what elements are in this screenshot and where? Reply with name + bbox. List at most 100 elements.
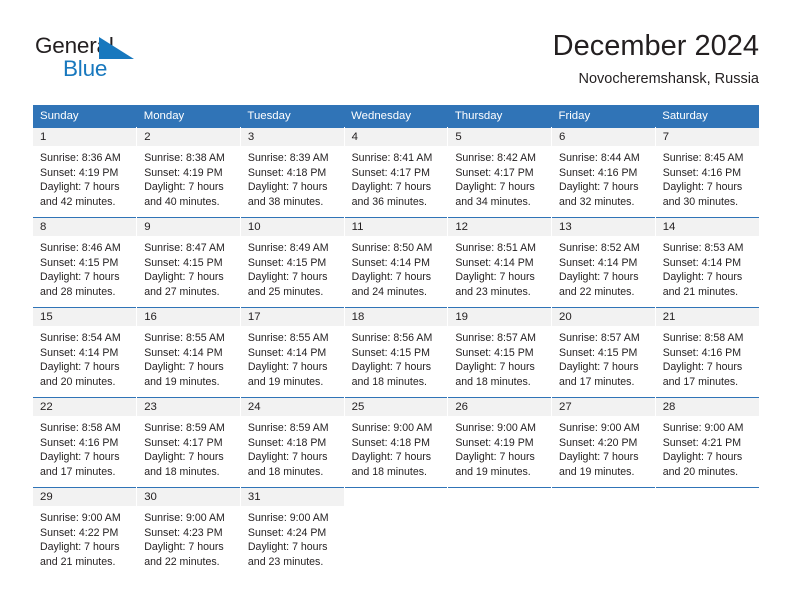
day-cell-empty xyxy=(655,487,759,578)
sunrise-text: Sunrise: 8:58 AM xyxy=(40,422,121,434)
sunrise-text: Sunrise: 8:42 AM xyxy=(455,152,536,164)
day-cell[interactable]: 26 Sunrise: 9:00 AM Sunset: 4:19 PM Dayl… xyxy=(447,397,553,488)
day-cell[interactable]: 28 Sunrise: 9:00 AM Sunset: 4:21 PM Dayl… xyxy=(655,397,759,488)
day-cell[interactable]: 23 Sunrise: 8:59 AM Sunset: 4:17 PM Dayl… xyxy=(136,397,241,488)
day-cell[interactable]: 6 Sunrise: 8:44 AM Sunset: 4:16 PM Dayli… xyxy=(551,127,656,218)
day-details: Sunrise: 8:55 AM Sunset: 4:14 PM Dayligh… xyxy=(240,326,344,390)
day-details: Sunrise: 8:57 AM Sunset: 4:15 PM Dayligh… xyxy=(448,326,552,390)
sunrise-text: Sunrise: 9:00 AM xyxy=(662,422,744,434)
sunset-text: Sunset: 4:14 PM xyxy=(559,256,638,269)
sunset-text: Sunset: 4:14 PM xyxy=(144,346,223,359)
day-cell[interactable]: 17 Sunrise: 8:55 AM Sunset: 4:14 PM Dayl… xyxy=(240,307,345,398)
sunset-text: Sunset: 4:14 PM xyxy=(40,346,119,359)
day-cell[interactable]: 3 Sunrise: 8:39 AM Sunset: 4:18 PM Dayli… xyxy=(240,127,345,218)
sunrise-text: Sunrise: 9:00 AM xyxy=(455,422,536,434)
sunrise-text: Sunrise: 8:47 AM xyxy=(144,242,225,254)
day-number: 25 xyxy=(344,398,448,416)
sunrise-text: Sunrise: 8:36 AM xyxy=(40,152,121,164)
day-number: 27 xyxy=(552,398,655,416)
day-cell[interactable]: 31 Sunrise: 9:00 AM Sunset: 4:24 PM Dayl… xyxy=(240,487,345,578)
calendar-week-row: 1 Sunrise: 8:36 AM Sunset: 4:19 PM Dayli… xyxy=(33,127,759,218)
day-cell[interactable]: 16 Sunrise: 8:55 AM Sunset: 4:14 PM Dayl… xyxy=(136,307,241,398)
calendar-page: General Blue December 2024 Novocheremsha… xyxy=(0,0,792,612)
day-cell[interactable]: 22 Sunrise: 8:58 AM Sunset: 4:16 PM Dayl… xyxy=(33,397,138,488)
day-cell[interactable]: 4 Sunrise: 8:41 AM Sunset: 4:17 PM Dayli… xyxy=(344,127,449,218)
day-cell[interactable]: 25 Sunrise: 9:00 AM Sunset: 4:18 PM Dayl… xyxy=(344,397,449,488)
daylight-text-line2: and 18 minutes. xyxy=(455,375,531,388)
sunset-text: Sunset: 4:14 PM xyxy=(247,346,327,359)
daylight-text-line1: Daylight: 7 hours xyxy=(559,451,639,464)
sunrise-text: Sunrise: 8:59 AM xyxy=(144,422,225,434)
day-number: 26 xyxy=(448,398,552,416)
sunrise-text: Sunrise: 8:45 AM xyxy=(662,152,744,164)
day-details: Sunrise: 8:42 AM Sunset: 4:17 PM Dayligh… xyxy=(448,146,552,210)
day-number: 6 xyxy=(552,128,655,146)
daylight-text-line2: and 40 minutes. xyxy=(144,195,220,208)
daylight-text-line2: and 19 minutes. xyxy=(247,375,324,388)
day-cell[interactable]: 29 Sunrise: 9:00 AM Sunset: 4:22 PM Dayl… xyxy=(33,487,138,578)
day-cell[interactable]: 14 Sunrise: 8:53 AM Sunset: 4:14 PM Dayl… xyxy=(655,217,759,308)
day-cell[interactable]: 5 Sunrise: 8:42 AM Sunset: 4:17 PM Dayli… xyxy=(447,127,553,218)
day-cell-empty xyxy=(344,487,449,578)
sunset-text: Sunset: 4:23 PM xyxy=(144,526,223,539)
day-cell-empty xyxy=(551,487,656,578)
weekday-header-saturday: Saturday xyxy=(655,105,759,128)
daylight-text-line1: Daylight: 7 hours xyxy=(351,271,432,284)
daylight-text-line1: Daylight: 7 hours xyxy=(144,541,224,554)
day-details: Sunrise: 8:58 AM Sunset: 4:16 PM Dayligh… xyxy=(655,326,759,390)
day-details: Sunrise: 8:36 AM Sunset: 4:19 PM Dayligh… xyxy=(33,146,137,210)
day-cell[interactable]: 30 Sunrise: 9:00 AM Sunset: 4:23 PM Dayl… xyxy=(136,487,241,578)
day-cell[interactable]: 10 Sunrise: 8:49 AM Sunset: 4:15 PM Dayl… xyxy=(240,217,345,308)
sunset-text: Sunset: 4:14 PM xyxy=(455,256,534,269)
day-details: Sunrise: 9:00 AM Sunset: 4:21 PM Dayligh… xyxy=(655,416,759,480)
daylight-text-line2: and 21 minutes. xyxy=(40,555,116,568)
day-number: 29 xyxy=(33,488,137,506)
weekday-header-sunday: Sunday xyxy=(33,105,137,128)
day-cell[interactable]: 20 Sunrise: 8:57 AM Sunset: 4:15 PM Dayl… xyxy=(551,307,656,398)
daylight-text-line2: and 27 minutes. xyxy=(144,285,220,298)
day-cell[interactable]: 9 Sunrise: 8:47 AM Sunset: 4:15 PM Dayli… xyxy=(136,217,241,308)
day-cell[interactable]: 11 Sunrise: 8:50 AM Sunset: 4:14 PM Dayl… xyxy=(344,217,449,308)
general-blue-logo[interactable]: General Blue xyxy=(35,33,195,91)
daylight-text-line1: Daylight: 7 hours xyxy=(351,181,432,194)
day-cell[interactable]: 8 Sunrise: 8:46 AM Sunset: 4:15 PM Dayli… xyxy=(33,217,138,308)
daylight-text-line2: and 28 minutes. xyxy=(40,285,116,298)
day-cell[interactable]: 18 Sunrise: 8:56 AM Sunset: 4:15 PM Dayl… xyxy=(344,307,449,398)
day-cell[interactable]: 15 Sunrise: 8:54 AM Sunset: 4:14 PM Dayl… xyxy=(33,307,138,398)
daylight-text-line1: Daylight: 7 hours xyxy=(662,181,743,194)
sunset-text: Sunset: 4:17 PM xyxy=(144,436,223,449)
day-cell[interactable]: 27 Sunrise: 9:00 AM Sunset: 4:20 PM Dayl… xyxy=(551,397,656,488)
daylight-text-line1: Daylight: 7 hours xyxy=(40,451,120,464)
day-number: 15 xyxy=(33,308,137,326)
sunset-text: Sunset: 4:24 PM xyxy=(247,526,327,539)
day-cell[interactable]: 2 Sunrise: 8:38 AM Sunset: 4:19 PM Dayli… xyxy=(136,127,241,218)
sunset-text: Sunset: 4:15 PM xyxy=(455,346,534,359)
day-cell[interactable]: 7 Sunrise: 8:45 AM Sunset: 4:16 PM Dayli… xyxy=(655,127,759,218)
sunset-text: Sunset: 4:16 PM xyxy=(662,166,742,179)
weekday-header-wednesday: Wednesday xyxy=(344,105,448,128)
day-details: Sunrise: 8:51 AM Sunset: 4:14 PM Dayligh… xyxy=(448,236,552,300)
day-details: Sunrise: 8:41 AM Sunset: 4:17 PM Dayligh… xyxy=(344,146,448,210)
day-cell[interactable]: 13 Sunrise: 8:52 AM Sunset: 4:14 PM Dayl… xyxy=(551,217,656,308)
day-number: 2 xyxy=(137,128,240,146)
sunrise-text: Sunrise: 9:00 AM xyxy=(247,512,329,524)
day-details: Sunrise: 8:46 AM Sunset: 4:15 PM Dayligh… xyxy=(33,236,137,300)
day-details: Sunrise: 8:39 AM Sunset: 4:18 PM Dayligh… xyxy=(240,146,344,210)
day-cell[interactable]: 19 Sunrise: 8:57 AM Sunset: 4:15 PM Dayl… xyxy=(447,307,553,398)
daylight-text-line1: Daylight: 7 hours xyxy=(662,451,743,464)
sunset-text: Sunset: 4:16 PM xyxy=(40,436,119,449)
day-cell[interactable]: 21 Sunrise: 8:58 AM Sunset: 4:16 PM Dayl… xyxy=(655,307,759,398)
sunrise-text: Sunrise: 8:59 AM xyxy=(247,422,329,434)
day-cell[interactable]: 1 Sunrise: 8:36 AM Sunset: 4:19 PM Dayli… xyxy=(33,127,138,218)
day-cell[interactable]: 24 Sunrise: 8:59 AM Sunset: 4:18 PM Dayl… xyxy=(240,397,345,488)
daylight-text-line1: Daylight: 7 hours xyxy=(559,361,639,374)
daylight-text-line2: and 19 minutes. xyxy=(144,375,220,388)
sunset-text: Sunset: 4:15 PM xyxy=(559,346,638,359)
day-details: Sunrise: 8:52 AM Sunset: 4:14 PM Dayligh… xyxy=(552,236,655,300)
sunset-text: Sunset: 4:20 PM xyxy=(559,436,638,449)
daylight-text-line1: Daylight: 7 hours xyxy=(455,271,535,284)
day-cell[interactable]: 12 Sunrise: 8:51 AM Sunset: 4:14 PM Dayl… xyxy=(447,217,553,308)
daylight-text-line2: and 23 minutes. xyxy=(247,555,324,568)
daylight-text-line2: and 38 minutes. xyxy=(247,195,324,208)
day-details: Sunrise: 8:38 AM Sunset: 4:19 PM Dayligh… xyxy=(137,146,240,210)
